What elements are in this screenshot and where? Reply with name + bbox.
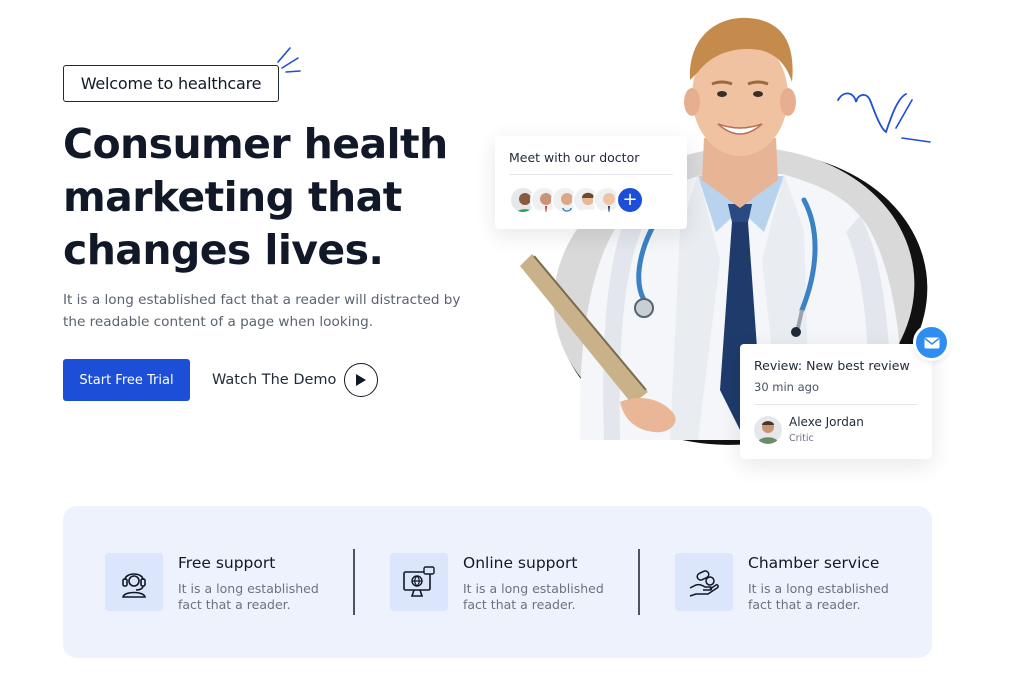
doctor-card-title: Meet with our doctor	[509, 150, 640, 165]
feature-text: It is a long established fact that a rea…	[178, 581, 319, 612]
feature-free-support: Free support It is a long established fa…	[105, 553, 335, 612]
mail-icon	[924, 337, 939, 348]
monitor-globe-icon	[403, 566, 435, 597]
start-free-trial-button[interactable]: Start Free Trial	[63, 359, 190, 401]
mail-button[interactable]	[913, 324, 950, 361]
hero-title-line: marketing that	[63, 173, 402, 221]
watch-demo-link[interactable]: Watch The Demo	[212, 362, 379, 398]
feature-icon-box	[105, 553, 163, 611]
hero-title: Consumer health marketing that changes l…	[63, 118, 493, 277]
add-doctor-button[interactable]: +	[616, 186, 644, 214]
welcome-badge: Welcome to healthcare	[63, 65, 279, 102]
watch-demo-label: Watch The Demo	[212, 372, 337, 388]
review-title: Review: New best review	[754, 358, 910, 373]
feature-chamber-service: Chamber service It is a long established…	[675, 553, 905, 612]
headset-icon	[122, 573, 146, 598]
reviewer-name: Alexe Jordan	[789, 415, 864, 429]
hand-pills-icon	[689, 570, 719, 597]
feature-title: Free support	[178, 554, 276, 572]
reviewer-avatar	[754, 416, 782, 444]
feature-online-support: Online support It is a long established …	[390, 553, 620, 612]
feature-icon-box	[390, 553, 448, 611]
play-icon	[356, 374, 367, 386]
feature-icon-box	[675, 553, 733, 611]
feature-text: It is a long established fact that a rea…	[748, 581, 889, 612]
signature-doodle-icon	[837, 92, 931, 143]
divider	[754, 404, 918, 405]
hero-title-line: changes lives.	[63, 226, 384, 274]
reviewer-role: Critic	[789, 433, 814, 444]
play-button[interactable]	[344, 363, 379, 397]
divider	[509, 174, 673, 175]
features-panel: Free support It is a long established fa…	[63, 506, 932, 658]
feature-title: Chamber service	[748, 554, 880, 572]
review-time: 30 min ago	[754, 380, 820, 394]
review-card: Review: New best review 30 min ago Alexe…	[740, 344, 932, 459]
hero-title-line: Consumer health	[63, 120, 448, 168]
feature-text: It is a long established fact that a rea…	[463, 581, 604, 612]
feature-title: Online support	[463, 554, 578, 572]
meet-doctor-card: Meet with our doctor +	[495, 136, 687, 229]
sparkle-doodle-icon	[277, 47, 301, 73]
hero-description: It is a long established fact that a rea…	[63, 292, 461, 330]
feature-divider	[638, 549, 640, 615]
feature-divider	[353, 549, 355, 615]
doctor-avatar-list: +	[509, 186, 644, 214]
